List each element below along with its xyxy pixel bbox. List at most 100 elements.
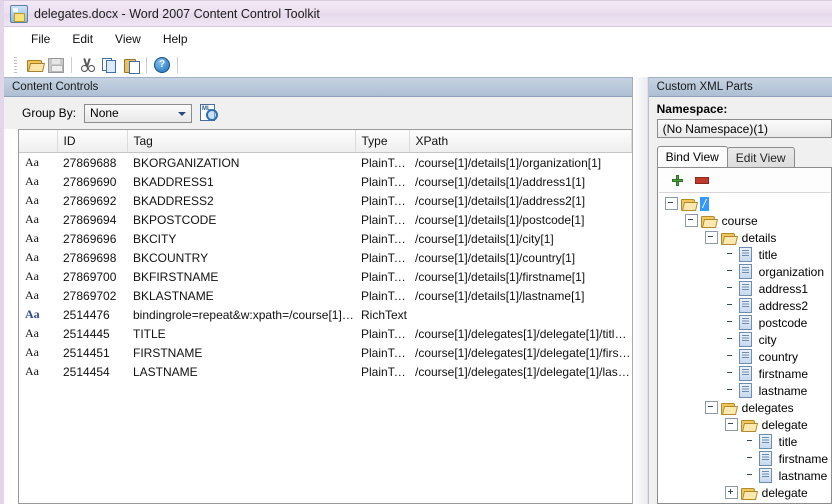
control-type-icon: Aa — [25, 250, 39, 264]
col-header-tag[interactable]: Tag — [127, 130, 356, 153]
table-row[interactable]: Aa 27869692 BKADDRESS2 PlainText /course… — [19, 191, 631, 210]
tree-node[interactable]: address1 — [659, 280, 830, 297]
cell-id: 27869688 — [63, 155, 117, 170]
tree-node[interactable]: firstname — [659, 365, 830, 382]
tree-node[interactable]: city — [659, 331, 830, 348]
table-row[interactable]: Aa 27869700 BKFIRSTNAME PlainText /cours… — [19, 267, 631, 286]
table-row[interactable]: Aa 27869690 BKADDRESS1 PlainText /course… — [19, 172, 631, 191]
cell-xpath: /course[1]/details[1]/address1[1] — [415, 174, 586, 189]
control-type-icon: Aa — [25, 231, 39, 245]
collapse-icon[interactable] — [704, 231, 718, 244]
save-button[interactable] — [45, 55, 67, 76]
tab-edit-view[interactable]: Edit View — [726, 147, 795, 167]
tree-node[interactable]: address2 — [659, 297, 830, 314]
col-header-type[interactable]: Type — [355, 130, 410, 153]
paste-button[interactable] — [120, 55, 142, 76]
toolbar-grip[interactable] — [14, 57, 17, 73]
control-type-icon: Aa — [25, 326, 39, 340]
cell-id: 27869694 — [63, 212, 117, 227]
cell-tag: BKCOUNTRY — [133, 250, 209, 265]
xml-element-icon — [738, 315, 752, 330]
content-controls-pane: Content Controls Group By: None ML ID Ta… — [4, 77, 632, 504]
tree-node[interactable]: course — [659, 212, 830, 229]
pane-splitter[interactable] — [631, 77, 648, 504]
table-row[interactable]: Aa 27869698 BKCOUNTRY PlainText /course[… — [19, 248, 631, 267]
cell-id: 2514451 — [63, 345, 110, 360]
open-icon — [26, 59, 42, 72]
xml-element-icon — [738, 383, 752, 398]
tree-node[interactable]: postcode — [659, 314, 830, 331]
table-row[interactable]: Aa 27869702 BKLASTNAME PlainText /course… — [19, 286, 631, 305]
tree-node[interactable]: details — [659, 229, 830, 246]
menu-file[interactable]: File — [20, 29, 61, 49]
plus-icon[interactable] — [671, 174, 683, 186]
cell-type: PlainText — [361, 193, 409, 208]
tree-node-label: / — [699, 196, 709, 211]
table-row[interactable]: Aa 2514451 FIRSTNAME PlainText /course[1… — [19, 343, 631, 362]
control-type-icon: Aa — [25, 212, 39, 226]
menu-view[interactable]: View — [104, 29, 152, 49]
word-document-icon — [10, 4, 28, 23]
xml-element-icon — [738, 247, 752, 262]
table-row[interactable]: Aa 27869694 BKPOSTCODE PlainText /course… — [19, 210, 631, 229]
table-row[interactable]: Aa 27869696 BKCITY PlainText /course[1]/… — [19, 229, 631, 248]
tree-node-label: details — [741, 230, 777, 245]
col-header-icon[interactable] — [19, 130, 58, 153]
cell-type: RichText — [361, 307, 408, 322]
find-xml-icon[interactable]: ML — [200, 104, 219, 122]
tree-node[interactable]: title — [659, 246, 830, 263]
tree-node[interactable]: delegate — [659, 501, 830, 502]
control-type-icon: Aa — [25, 193, 39, 207]
menu-edit[interactable]: Edit — [61, 29, 104, 49]
copy-button[interactable] — [98, 55, 120, 76]
xml-tree: / course details title organization address1 a… — [658, 192, 830, 502]
cell-tag: BKADDRESS2 — [133, 193, 214, 208]
cell-tag: TITLE — [133, 326, 166, 341]
cell-type: PlainText — [361, 345, 409, 360]
minus-icon[interactable] — [694, 176, 709, 184]
tree-spacer — [745, 470, 756, 481]
cell-tag: BKADDRESS1 — [133, 174, 214, 189]
tree-node[interactable]: country — [659, 348, 830, 365]
cell-type: PlainText — [361, 364, 409, 379]
help-button[interactable]: ? — [151, 55, 173, 76]
cell-type: PlainText — [361, 326, 409, 341]
tree-node-label: city — [758, 332, 777, 347]
cell-xpath: /course[1]/details[1]/organization[1] — [415, 155, 602, 170]
cell-tag: BKFIRSTNAME — [133, 269, 219, 284]
open-button[interactable] — [23, 55, 45, 76]
menu-bar: File Edit View Help — [4, 27, 832, 52]
table-row[interactable]: Aa 2514445 TITLE PlainText /course[1]/de… — [19, 324, 631, 343]
tree-node[interactable]: / — [659, 195, 830, 212]
tree-node[interactable]: lastname — [659, 467, 830, 484]
group-by-select[interactable]: None — [84, 103, 193, 123]
col-header-xpath[interactable]: XPath — [409, 130, 632, 153]
tab-bind-view[interactable]: Bind View — [656, 146, 728, 167]
cut-button[interactable] — [76, 55, 98, 76]
table-row[interactable]: Aa 2514454 LASTNAME PlainText /course[1]… — [19, 362, 631, 381]
collapse-icon[interactable] — [724, 418, 738, 431]
tree-node[interactable]: delegates — [659, 399, 830, 416]
tree-node[interactable]: firstname — [659, 450, 830, 467]
table-row[interactable]: Aa 27869688 BKORGANIZATION PlainText /co… — [19, 153, 631, 173]
application-window: delegates.docx - Word 2007 Content Contr… — [0, 0, 832, 504]
collapse-icon[interactable] — [704, 401, 718, 414]
tree-node[interactable]: title — [659, 433, 830, 450]
tree-node[interactable]: delegate — [659, 484, 830, 501]
collapse-icon[interactable] — [684, 214, 698, 227]
control-type-icon: Aa — [25, 288, 39, 302]
col-header-id[interactable]: ID — [57, 130, 128, 153]
tree-node[interactable]: organization — [659, 263, 830, 280]
collapse-icon[interactable] — [664, 197, 678, 210]
tree-node[interactable]: delegate — [659, 416, 830, 433]
cell-id: 27869690 — [63, 174, 117, 189]
cell-type: PlainText — [361, 250, 409, 265]
expand-icon[interactable] — [724, 486, 738, 499]
menu-help[interactable]: Help — [152, 29, 199, 49]
control-type-icon: Aa — [25, 345, 39, 359]
tree-node[interactable]: lastname — [659, 382, 830, 399]
namespace-select[interactable]: (No Namespace)(1) — [656, 119, 832, 138]
table-row[interactable]: Aa 2514476 bindingrole=repeat&w:xpath=/c… — [19, 305, 631, 324]
toolbar: ? — [4, 52, 832, 79]
toolbar-separator-2 — [146, 57, 147, 73]
